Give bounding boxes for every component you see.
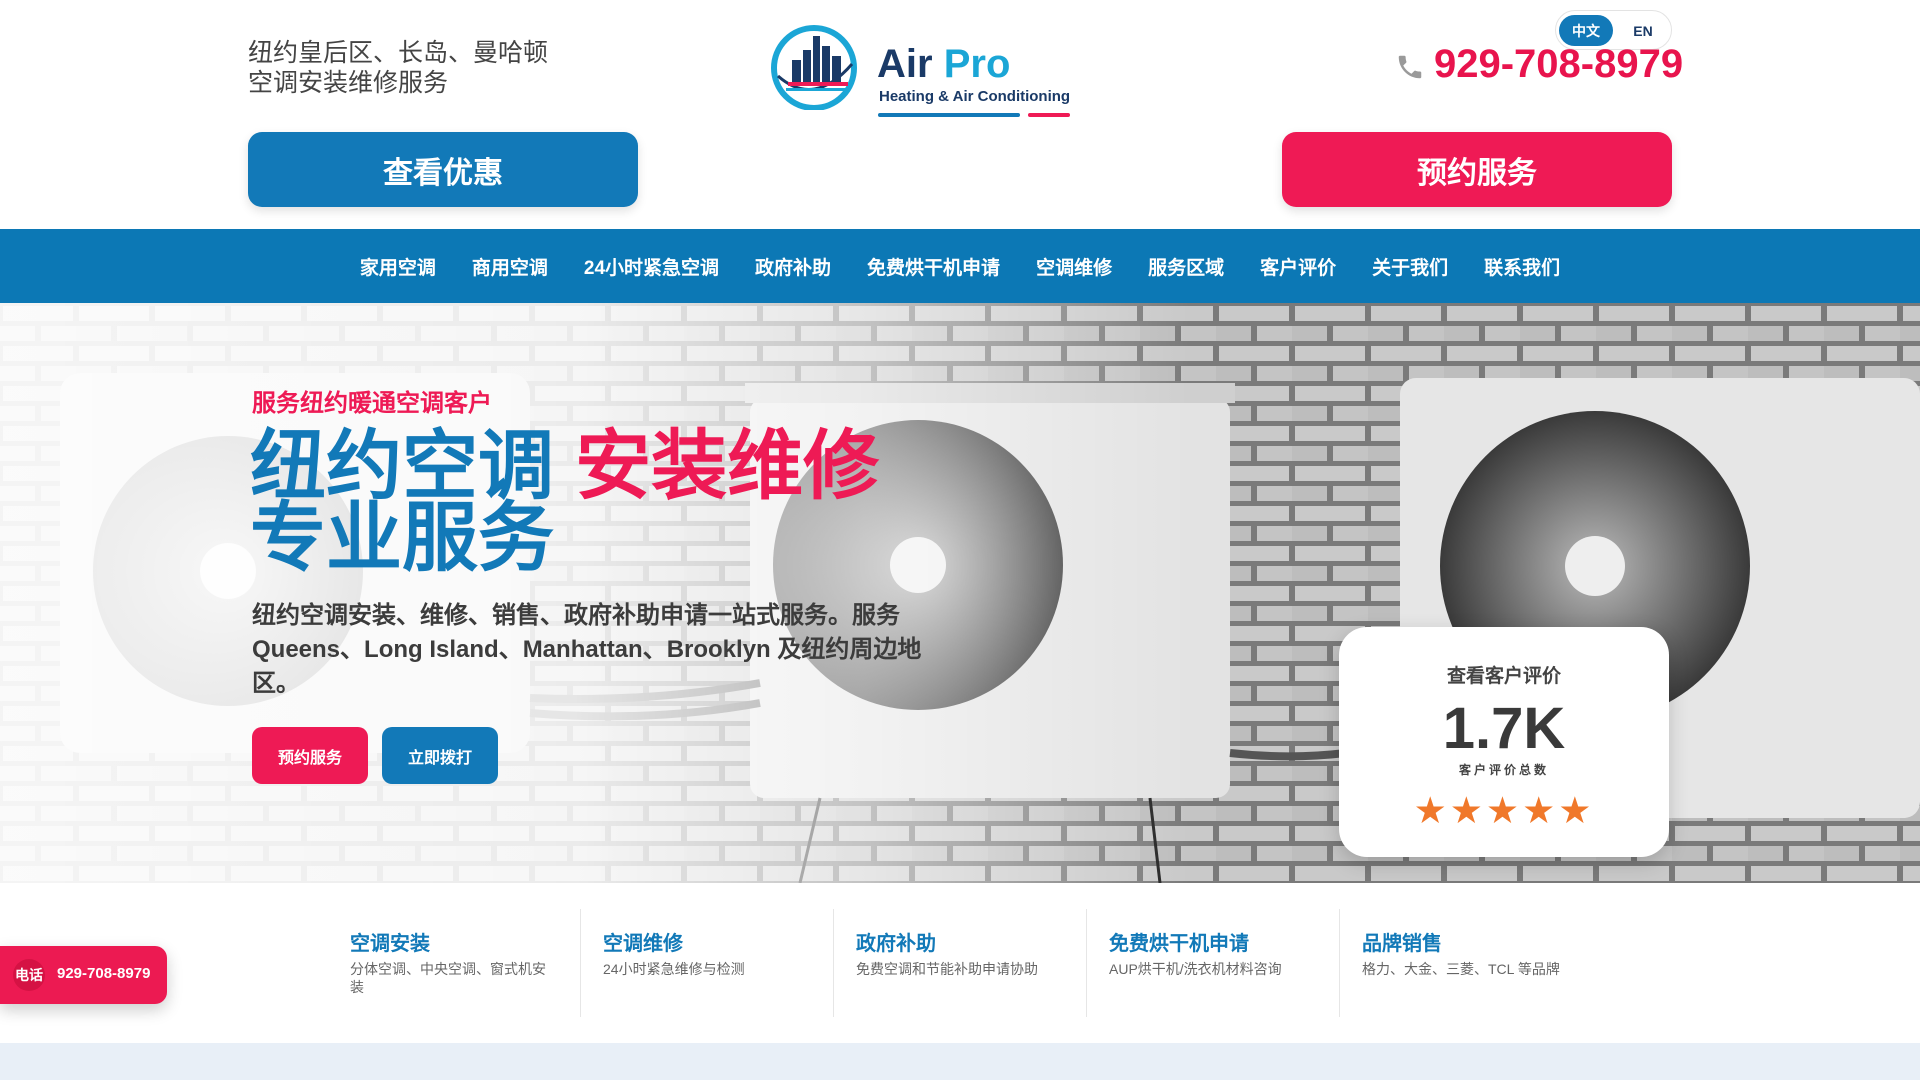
service-desc: 24小时紧急维修与检测	[603, 961, 745, 977]
floating-call-button[interactable]: 电话 929-708-8979	[0, 946, 167, 1004]
nav-item-service-area[interactable]: 服务区域	[1148, 253, 1224, 280]
nav-item-home-ac[interactable]: 家用空调	[360, 253, 436, 280]
service-desc: AUP烘干机/洗衣机材料咨询	[1109, 961, 1282, 977]
nav-item-contact[interactable]: 联系我们	[1484, 253, 1560, 280]
logo-word-pro: Pro	[943, 42, 1011, 86]
hero-title-part-3: 专业服务	[250, 496, 554, 581]
logo-underline-blue	[878, 113, 1020, 117]
hero-call-button[interactable]: 立即拨打	[382, 727, 498, 784]
view-offers-button[interactable]: 查看优惠	[248, 132, 638, 207]
hero-title: 纽约空调 安装维修 专业服务	[250, 429, 879, 581]
star-rating-icon: ★★★★★	[1413, 790, 1595, 831]
service-desc: 免费空调和节能补助申请协助	[856, 961, 1038, 977]
logo-underline-red	[1028, 113, 1070, 117]
hero-title-part-2: 安装维修	[575, 424, 880, 509]
logo-word-air: Air	[877, 42, 933, 86]
review-card[interactable]: 查看客户评价 1.7K 客户评价总数 ★★★★★	[1339, 627, 1669, 857]
service-title: 免费烘干机申请	[1109, 933, 1249, 955]
tagline-line-1: 纽约皇后区、长岛、曼哈顿	[248, 39, 549, 67]
service-item-installation[interactable]: 空调安装 分体空调、中央空调、窗式机安装	[350, 909, 602, 1017]
services-strip: 空调安装 分体空调、中央空调、窗式机安装 空调维修 24小时紧急维修与检测 政府…	[0, 883, 1920, 1043]
review-heading: 查看客户评价	[1446, 666, 1561, 687]
header-phone-number[interactable]: 929-708-8979	[1434, 42, 1683, 87]
floating-phone-number: 929-708-8979	[57, 965, 151, 982]
main-nav: 家用空调 商用空调 24小时紧急空调 政府补助 免费烘干机申请 空调维修 服务区…	[0, 229, 1920, 303]
nav-item-government-subsidy[interactable]: 政府补助	[755, 253, 831, 280]
service-desc: 格力、大金、三菱、TCL 等品牌	[1362, 961, 1560, 977]
service-divider	[833, 909, 834, 1017]
nav-item-emergency-ac[interactable]: 24小时紧急空调	[584, 253, 719, 280]
hero-section: 服务纽约暖通空调客户 纽约空调 安装维修 专业服务 纽约空调安装、维修、销售、政…	[0, 303, 1920, 883]
logo-skyline-icon	[771, 25, 857, 110]
nav-item-reviews[interactable]: 客户评价	[1260, 253, 1336, 280]
service-divider	[580, 909, 581, 1017]
service-title: 品牌销售	[1362, 933, 1442, 955]
review-subtitle: 客户评价总数	[1458, 763, 1549, 777]
site-logo[interactable]: Air Pro Heating & Air Conditioning	[770, 24, 1070, 124]
logo-subtitle: Heating & Air Conditioning	[879, 88, 1071, 105]
service-divider	[1086, 909, 1087, 1017]
service-item-subsidy[interactable]: 政府补助 免费空调和节能补助申请协助	[856, 909, 1108, 1017]
service-title: 空调安装	[350, 933, 430, 955]
service-divider	[1339, 909, 1340, 1017]
site-header: 纽约皇后区、长岛、曼哈顿 空调安装维修服务 查看优惠 Air Pro Heati…	[0, 0, 1920, 229]
service-title: 政府补助	[856, 933, 936, 955]
call-badge: 电话	[13, 959, 45, 991]
header-tagline: 纽约皇后区、长岛、曼哈顿 空调安装维修服务	[248, 38, 548, 98]
service-item-repair[interactable]: 空调维修 24小时紧急维修与检测	[603, 909, 855, 1017]
nav-item-ac-repair[interactable]: 空调维修	[1036, 253, 1112, 280]
service-desc: 分体空调、中央空调、窗式机安装	[350, 961, 546, 995]
phone-icon	[1398, 55, 1422, 79]
book-service-button[interactable]: 预约服务	[1282, 132, 1672, 207]
next-section-band	[0, 1043, 1920, 1080]
service-title: 空调维修	[603, 933, 683, 955]
nav-item-free-dryer[interactable]: 免费烘干机申请	[867, 253, 1000, 280]
service-item-brands[interactable]: 品牌销售 格力、大金、三菱、TCL 等品牌	[1362, 909, 1614, 1017]
review-count: 1.7K	[1442, 696, 1566, 761]
logo-wordmark: Air Pro	[877, 42, 1010, 87]
nav-item-about[interactable]: 关于我们	[1372, 253, 1448, 280]
service-item-dryer[interactable]: 免费烘干机申请 AUP烘干机/洗衣机材料咨询	[1109, 909, 1361, 1017]
hero-eyebrow: 服务纽约暖通空调客户	[252, 390, 492, 417]
hero-book-button[interactable]: 预约服务	[252, 727, 368, 784]
tagline-line-2: 空调安装维修服务	[248, 69, 449, 97]
nav-item-commercial-ac[interactable]: 商用空调	[472, 253, 548, 280]
hero-description: 纽约空调安装、维修、销售、政府补助申请一站式服务。服务 Queens、Long …	[252, 602, 922, 697]
